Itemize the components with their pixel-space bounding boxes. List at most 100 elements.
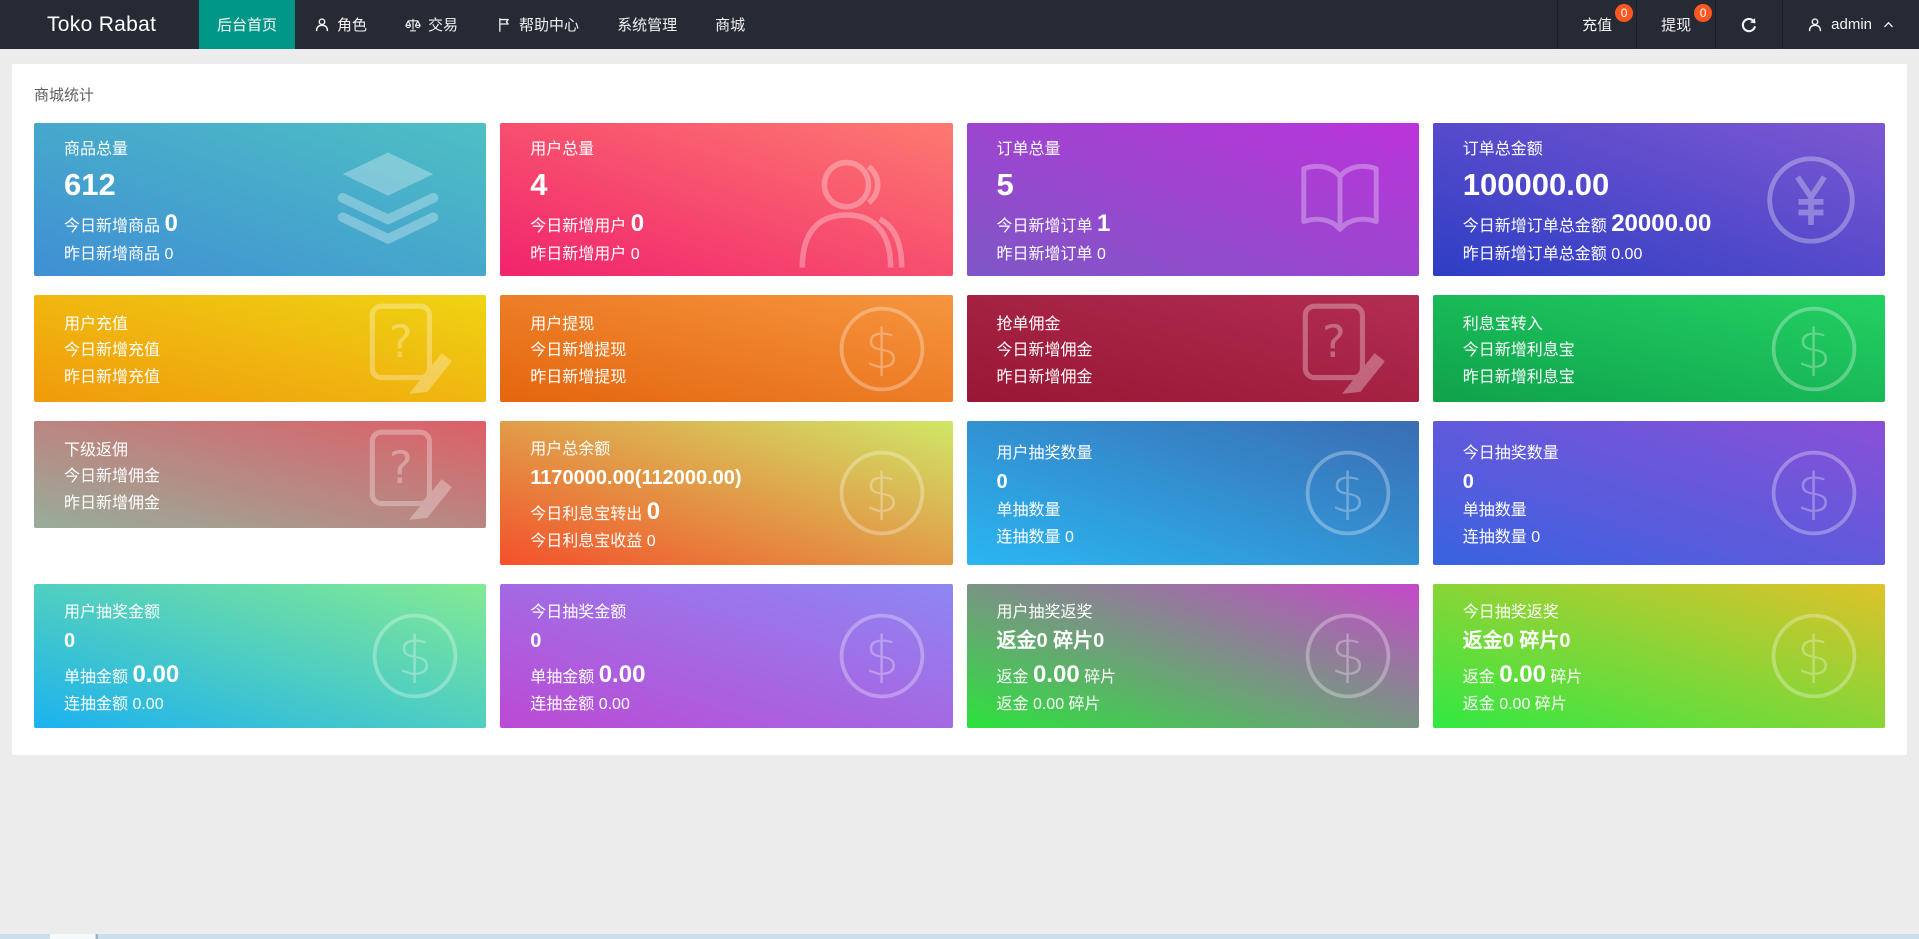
stat-segment: 今日新增佣金 <box>64 468 160 485</box>
stats-grid: 商品总量612今日新增商品 0昨日新增商品 0用户总量4今日新增用户 0昨日新增… <box>34 123 1885 728</box>
stat-card: 用户抽奖返奖返金0 碎片0 返金 0.00 碎片返金 0.00 碎片 $ <box>967 584 1419 728</box>
dollar-icon: $ <box>1767 446 1861 540</box>
card-stat-line: 5 <box>997 167 1289 203</box>
refresh-button[interactable] <box>1715 0 1782 49</box>
stat-segment: 碎片 <box>1080 669 1116 686</box>
stat-segment: 0 <box>1463 471 1474 493</box>
dollar-icon: $ <box>1767 609 1861 703</box>
user-icon <box>1807 17 1823 33</box>
stat-card: 用户总量4今日新增用户 0昨日新增用户 0 <box>500 123 952 276</box>
stat-card: 订单总金额100000.00今日新增订单总金额 20000.00昨日新增订单总金… <box>1433 123 1885 276</box>
brand-logo[interactable]: Toko Rabat <box>0 0 199 49</box>
stat-segment: 0.00 <box>599 661 646 688</box>
stat-segment: 昨日新增充值 <box>64 369 160 386</box>
stat-segment: 返金 0.00 碎片 <box>1463 696 1567 713</box>
stat-segment: 昨日新增订单总金额 0.00 <box>1463 246 1643 263</box>
card-title: 抢单佣金 <box>997 310 1289 334</box>
card-stat-line: 单抽金额 0.00 <box>64 661 356 689</box>
stat-segment: 昨日新增商品 0 <box>64 246 173 263</box>
nav-item-label: 帮助中心 <box>519 14 579 35</box>
stat-segment: 612 <box>64 167 116 202</box>
stat-segment: 昨日新增用户 0 <box>530 246 639 263</box>
stat-card: 商品总量612今日新增商品 0昨日新增商品 0 <box>34 123 486 276</box>
card-stat-line: 今日新增提现 <box>530 342 822 360</box>
card-title: 今日抽奖金额 <box>530 598 822 622</box>
nav-item-trade[interactable]: 交易 <box>386 0 477 49</box>
dollar-icon: $ <box>835 446 929 540</box>
card-stat-line: 返金0 碎片0 <box>997 630 1289 653</box>
svg-text:?: ? <box>1322 315 1346 368</box>
stat-card: 用户抽奖数量0单抽数量连抽数量 0$ <box>967 421 1419 565</box>
stat-card: 抢单佣金今日新增佣金昨日新增佣金? <box>967 295 1419 402</box>
svg-text:$: $ <box>1797 461 1832 525</box>
stat-segment: 今日利息宝收益 0 <box>530 533 655 550</box>
stat-segment: 0.00 <box>1033 661 1080 688</box>
stat-segment: 4 <box>530 167 547 202</box>
stat-segment: 昨日新增佣金 <box>997 369 1093 386</box>
horizontal-scrollbar[interactable] <box>0 934 1919 939</box>
card-title: 下级返佣 <box>64 436 356 460</box>
page-body: 商城统计 商品总量612今日新增商品 0昨日新增商品 0用户总量4今日新增用户 … <box>0 49 1919 770</box>
scrollbar-thumb[interactable] <box>50 934 95 939</box>
stat-segment: 今日新增利息宝 <box>1463 342 1575 359</box>
book-icon <box>1291 151 1389 249</box>
card-stat-line: 返金 0.00 碎片 <box>997 661 1289 689</box>
stat-segment: 今日新增充值 <box>64 342 160 359</box>
nav-item-mall[interactable]: 商城 <box>696 0 764 49</box>
stat-segment: 昨日新增佣金 <box>64 495 160 512</box>
stat-segment: 昨日新增订单 0 <box>997 246 1106 263</box>
card-stat-line: 0 <box>64 630 356 653</box>
edit-icon: ? <box>356 424 458 526</box>
nav-item-label: 商城 <box>715 14 745 35</box>
card-title: 订单总量 <box>997 135 1289 159</box>
card-title: 用户总量 <box>530 135 822 159</box>
withdraw-button[interactable]: 提现 0 <box>1636 0 1715 49</box>
stat-segment: 返金0 碎片0 <box>1463 630 1571 652</box>
card-title: 用户总余额 <box>530 435 822 459</box>
card-stat-line: 单抽数量 <box>1463 502 1755 520</box>
stat-segment: 返金 <box>997 669 1033 686</box>
svg-text:$: $ <box>864 316 899 380</box>
svg-text:$: $ <box>864 461 899 525</box>
dollar-icon: $ <box>1767 302 1861 396</box>
recharge-button[interactable]: 充值 0 <box>1557 0 1636 49</box>
card-title: 今日抽奖返奖 <box>1463 598 1755 622</box>
stat-segment: 5 <box>997 167 1014 202</box>
nav-item-label: 交易 <box>428 14 458 35</box>
recharge-badge: 0 <box>1615 4 1633 22</box>
nav-item-label: 角色 <box>337 14 367 35</box>
stat-segment: 0.00 <box>1499 661 1546 688</box>
svg-text:$: $ <box>1330 624 1365 688</box>
stat-card: 下级返佣今日新增佣金昨日新增佣金? <box>34 421 486 528</box>
withdraw-badge: 0 <box>1694 4 1712 22</box>
nav-item-system[interactable]: 系统管理 <box>598 0 696 49</box>
card-stat-line: 单抽金额 0.00 <box>530 661 822 689</box>
card-stat-line: 今日新增订单总金额 20000.00 <box>1463 210 1755 238</box>
card-stat-line: 0 <box>1463 471 1755 494</box>
nav-item-dashboard[interactable]: 后台首页 <box>199 0 295 49</box>
stat-segment: 1170000.00(112000.00) <box>530 467 741 489</box>
card-stat-line: 连抽金额 0.00 <box>530 696 822 714</box>
stat-card: 订单总量5今日新增订单 1昨日新增订单 0 <box>967 123 1419 276</box>
nav-item-help-center[interactable]: 帮助中心 <box>477 0 598 49</box>
card-stat-line: 单抽数量 <box>997 502 1289 520</box>
main-menu: 后台首页 角色 交易 帮助中心 <box>199 0 764 49</box>
stat-segment: 昨日新增提现 <box>530 369 626 386</box>
card-stat-line: 100000.00 <box>1463 167 1755 203</box>
card-stat-line: 昨日新增商品 0 <box>64 246 356 264</box>
yen-icon <box>1763 152 1859 248</box>
card-stat-line: 昨日新增提现 <box>530 369 822 387</box>
svg-text:$: $ <box>1797 624 1832 688</box>
navbar-right: 充值 0 提现 0 admin <box>1557 0 1919 49</box>
card-title: 用户抽奖返奖 <box>997 598 1289 622</box>
card-stat-line: 返金 0.00 碎片 <box>1463 696 1755 714</box>
dollar-icon: $ <box>835 302 929 396</box>
stat-segment: 0 <box>647 498 660 525</box>
stat-segment: 昨日新增利息宝 <box>1463 369 1575 386</box>
stat-segment: 今日新增订单 <box>997 218 1097 235</box>
admin-menu[interactable]: admin <box>1782 0 1919 49</box>
nav-item-roles[interactable]: 角色 <box>295 0 386 49</box>
dollar-icon: $ <box>368 609 462 703</box>
card-stat-line: 今日新增充值 <box>64 342 356 360</box>
card-stat-line: 昨日新增用户 0 <box>530 246 822 264</box>
